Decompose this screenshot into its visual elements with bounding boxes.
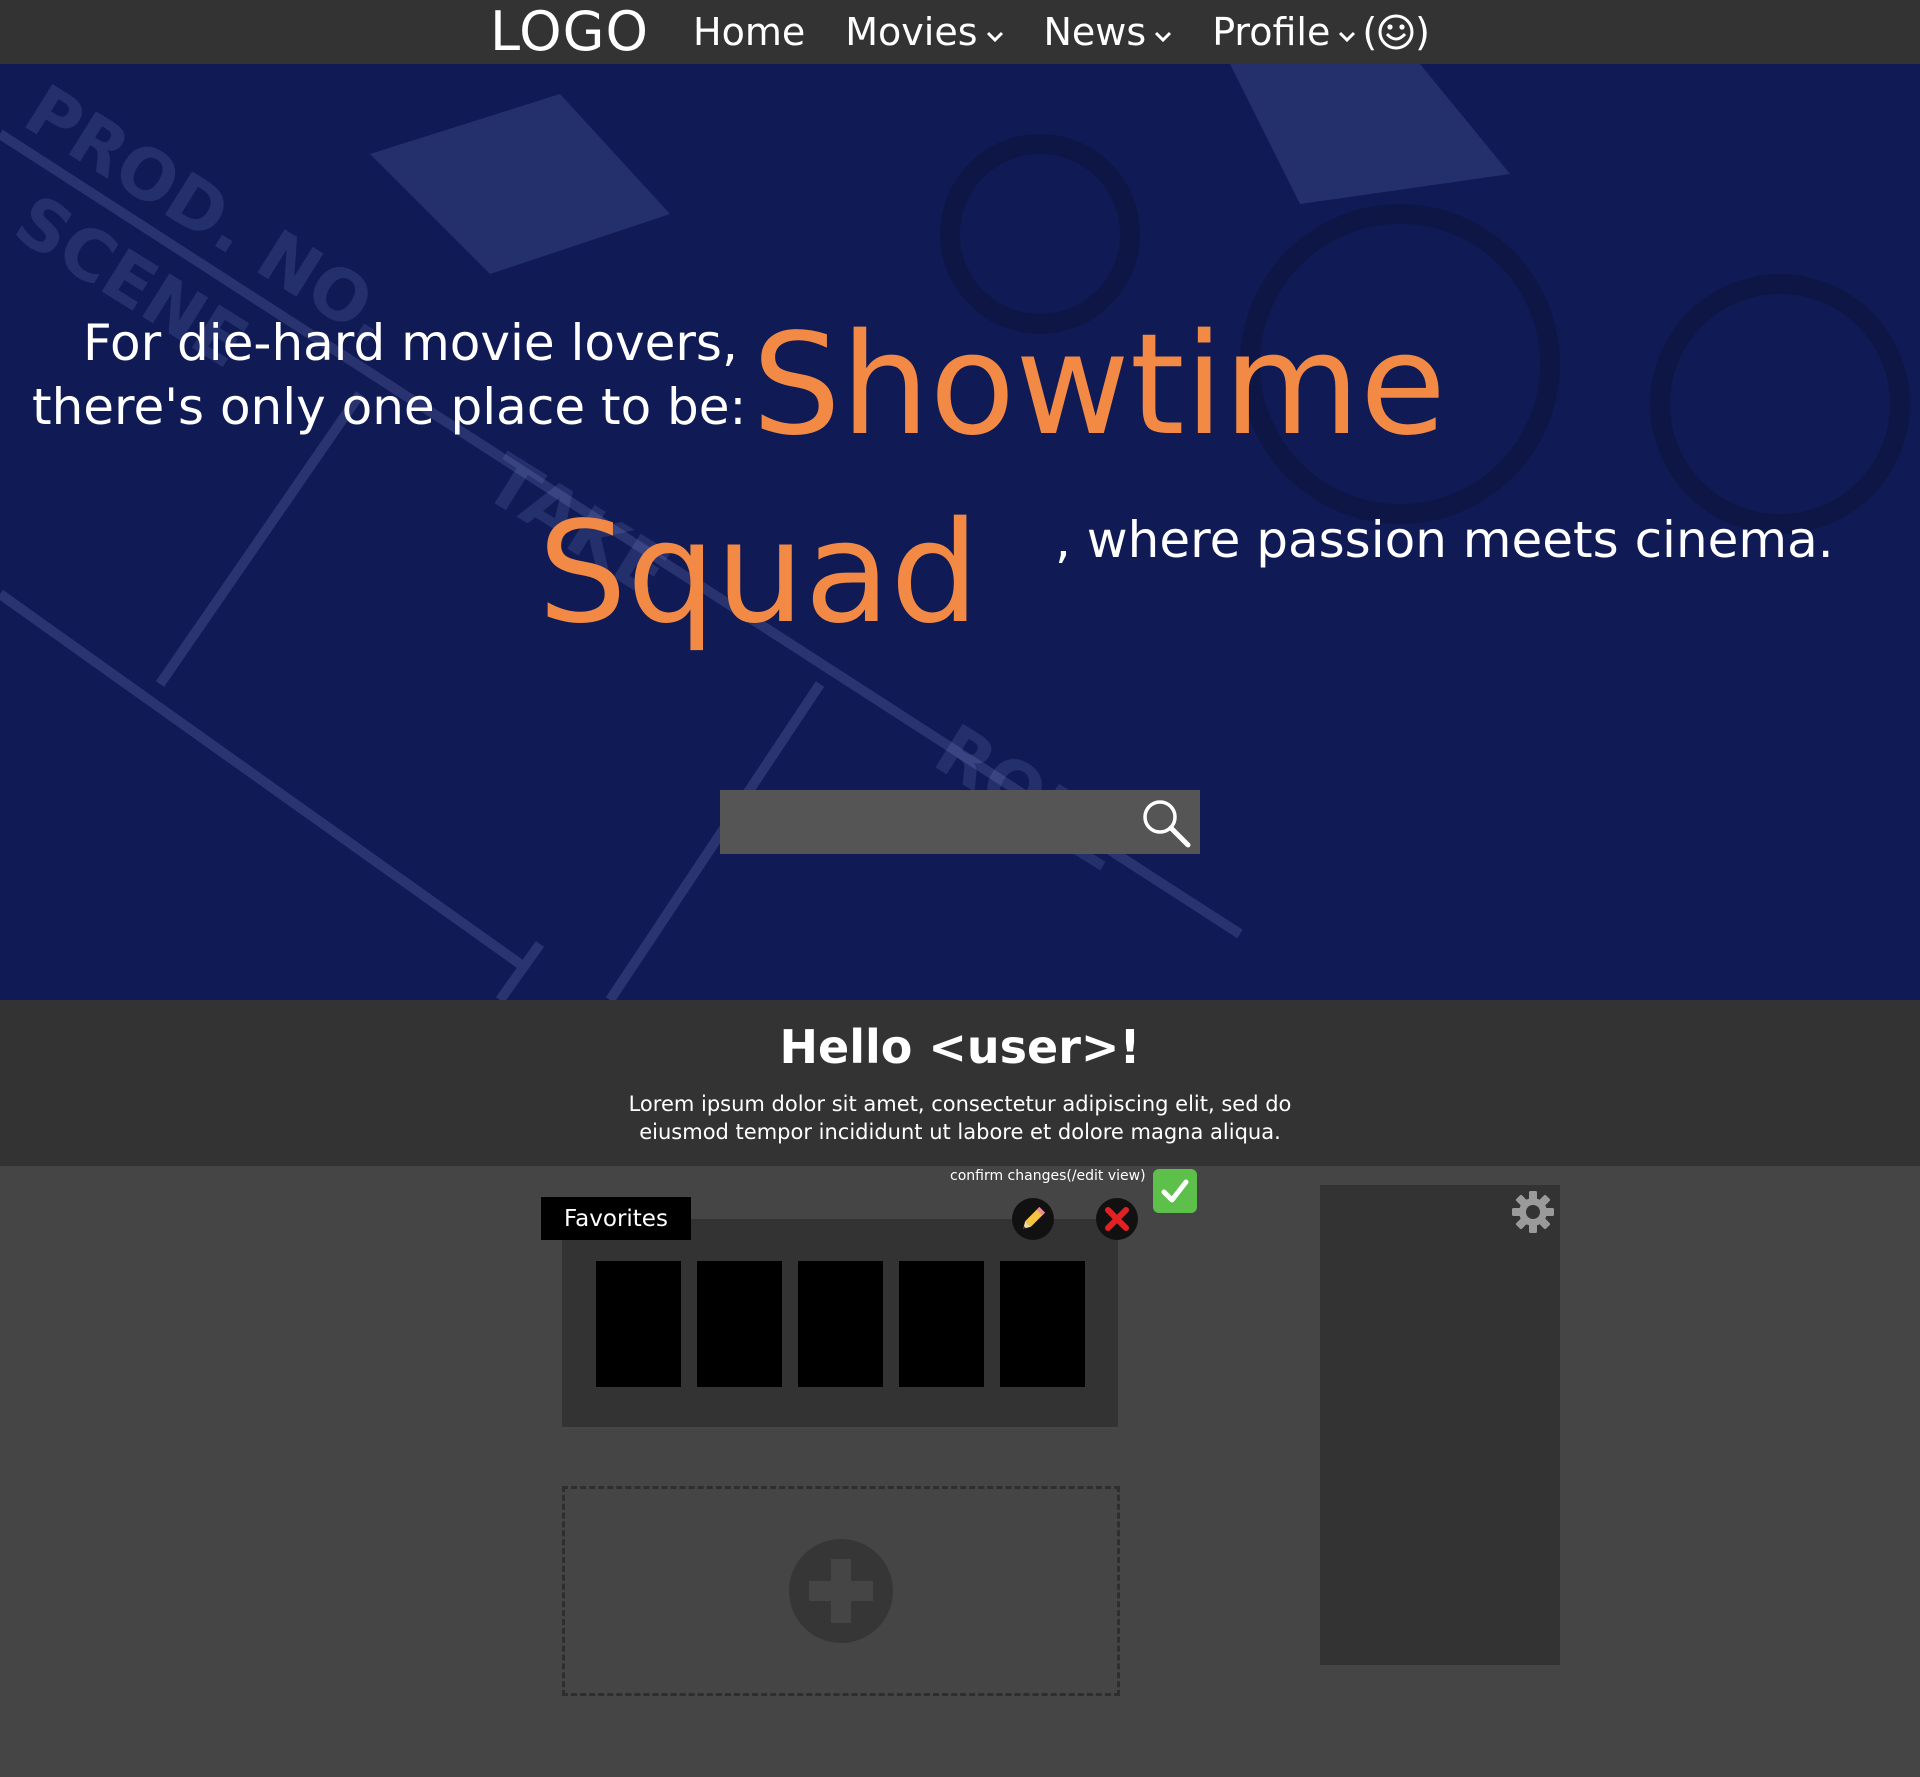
favorite-poster[interactable] bbox=[899, 1261, 984, 1387]
nav-item-label: Movies bbox=[845, 10, 978, 54]
search-icon[interactable] bbox=[1138, 796, 1194, 848]
gear-icon[interactable] bbox=[1510, 1189, 1556, 1235]
confirm-changes-button[interactable] bbox=[1153, 1169, 1197, 1213]
nav-item-home[interactable]: Home bbox=[693, 13, 805, 51]
add-section-button[interactable] bbox=[562, 1486, 1120, 1696]
favorites-panel bbox=[562, 1219, 1118, 1427]
paren-open: ( bbox=[1362, 10, 1378, 54]
cancel-button[interactable] bbox=[1096, 1198, 1138, 1240]
brand-name-word-2: Squad bbox=[538, 492, 980, 655]
nav-item-label: Profile bbox=[1212, 10, 1331, 54]
favorite-poster[interactable] bbox=[697, 1261, 782, 1387]
side-panel bbox=[1320, 1185, 1560, 1665]
favorites-tab[interactable]: Favorites bbox=[541, 1197, 691, 1240]
profile-avatar[interactable]: ( ) bbox=[1362, 13, 1430, 51]
chevron-down-icon bbox=[1155, 31, 1172, 43]
chevron-down-icon bbox=[986, 31, 1003, 43]
nav-items: LOGO Home Movies News Profile () bbox=[490, 0, 1430, 64]
plus-icon bbox=[789, 1539, 893, 1643]
close-icon bbox=[1105, 1207, 1129, 1231]
hero-tagline-line-1: For die-hard movie lovers, bbox=[83, 314, 738, 372]
confirm-changes-label: confirm changes(/edit view) bbox=[950, 1168, 1146, 1184]
favorites-tab-label: Favorites bbox=[564, 1205, 668, 1232]
edit-button[interactable] bbox=[1012, 1198, 1054, 1240]
smiley-face-icon bbox=[1378, 14, 1414, 50]
top-navbar: LOGO Home Movies News Profile () bbox=[0, 0, 1920, 64]
greeting-body: Lorem ipsum dolor sit amet, consectetur … bbox=[628, 1092, 1292, 1144]
nav-item-movies[interactable]: Movies bbox=[845, 13, 1003, 51]
favorite-poster[interactable] bbox=[798, 1261, 883, 1387]
logo[interactable]: LOGO bbox=[490, 5, 649, 59]
pencil-icon bbox=[1023, 1206, 1046, 1229]
nav-item-profile[interactable]: Profile ( ) bbox=[1212, 13, 1430, 51]
favorite-poster[interactable] bbox=[1000, 1261, 1085, 1387]
nav-item-label: Home bbox=[693, 10, 806, 54]
search-bar bbox=[720, 790, 1200, 854]
brand-name-word-1: Showtime bbox=[752, 304, 1447, 467]
greeting-section: Hello <user>! Lorem ipsum dolor sit amet… bbox=[0, 1000, 1920, 1166]
search-input[interactable] bbox=[720, 790, 1130, 854]
paren-close: ) bbox=[1415, 10, 1430, 54]
check-icon bbox=[1161, 1179, 1189, 1203]
hero-tagline-line-3: , where passion meets cinema. bbox=[1055, 511, 1834, 569]
nav-item-news[interactable]: News bbox=[1044, 13, 1173, 51]
hero-section: PROD. NO. SCENE TAKE ROLL For die-hard m… bbox=[0, 64, 1920, 1000]
greeting-title: Hello <user>! bbox=[779, 1020, 1141, 1074]
chevron-down-icon bbox=[1339, 31, 1356, 43]
nav-item-label: News bbox=[1043, 10, 1147, 54]
hero-tagline-line-2: there's only one place to be: bbox=[32, 378, 747, 436]
favorite-poster[interactable] bbox=[596, 1261, 681, 1387]
